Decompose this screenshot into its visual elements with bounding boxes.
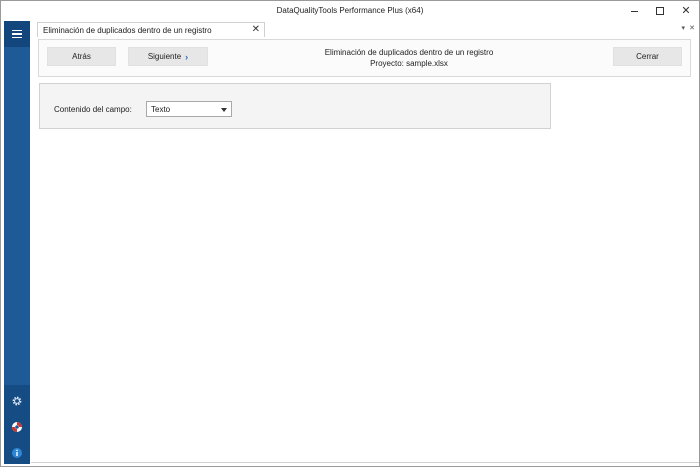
title-bar: DataQualityTools Performance Plus (x64) … bbox=[1, 1, 699, 21]
close-tab-icon[interactable]: ✕ bbox=[252, 24, 260, 35]
maximize-button[interactable] bbox=[647, 1, 673, 21]
project-label: Proyecto: sample.xlsx bbox=[370, 59, 448, 68]
close-button[interactable]: Cerrar bbox=[613, 47, 682, 66]
minimize-button[interactable] bbox=[621, 1, 647, 21]
minimize-icon bbox=[630, 10, 638, 12]
back-button[interactable]: Atrás bbox=[47, 47, 116, 66]
hamburger-menu-button[interactable] bbox=[4, 21, 30, 47]
tab-label: Eliminación de duplicados dentro de un r… bbox=[43, 26, 212, 35]
hamburger-menu-icon bbox=[12, 29, 22, 32]
field-content-select[interactable]: Texto bbox=[146, 101, 232, 117]
lifebuoy-icon bbox=[12, 422, 22, 432]
sidebar-footer bbox=[4, 385, 30, 464]
chevron-down-icon bbox=[221, 108, 227, 112]
tab-list-dropdown-icon[interactable]: ▾ bbox=[681, 24, 685, 32]
maximize-icon bbox=[656, 7, 664, 15]
close-icon: ✕ bbox=[681, 4, 691, 17]
field-content-value: Texto bbox=[151, 105, 171, 114]
close-all-tabs-icon[interactable]: ✕ bbox=[689, 24, 695, 32]
status-divider bbox=[31, 462, 699, 463]
info-icon bbox=[12, 448, 22, 458]
wizard-info: Eliminación de duplicados dentro de un r… bbox=[259, 47, 559, 69]
settings-button[interactable] bbox=[11, 395, 23, 407]
tab-strip: Eliminación de duplicados dentro de un r… bbox=[31, 21, 699, 39]
hamburger-line bbox=[12, 36, 22, 39]
about-button[interactable] bbox=[11, 447, 23, 459]
next-button[interactable]: Siguiente › bbox=[128, 47, 208, 66]
help-button[interactable] bbox=[11, 421, 23, 433]
hamburger-line bbox=[12, 33, 22, 35]
chevron-right-icon: › bbox=[185, 51, 189, 62]
field-content-label: Contenido del campo: bbox=[54, 105, 132, 114]
sidebar bbox=[4, 21, 30, 464]
wizard-heading: Eliminación de duplicados dentro de un r… bbox=[324, 48, 494, 57]
app-window: DataQualityTools Performance Plus (x64) … bbox=[0, 0, 700, 467]
next-button-label: Siguiente bbox=[147, 52, 182, 61]
field-options-panel: Contenido del campo: Texto bbox=[39, 83, 551, 129]
close-window-button[interactable]: ✕ bbox=[673, 1, 699, 21]
gear-icon bbox=[12, 396, 22, 406]
window-title: DataQualityTools Performance Plus (x64) bbox=[276, 6, 424, 15]
wizard-toolbar: Atrás Siguiente › Eliminación de duplica… bbox=[38, 39, 691, 77]
